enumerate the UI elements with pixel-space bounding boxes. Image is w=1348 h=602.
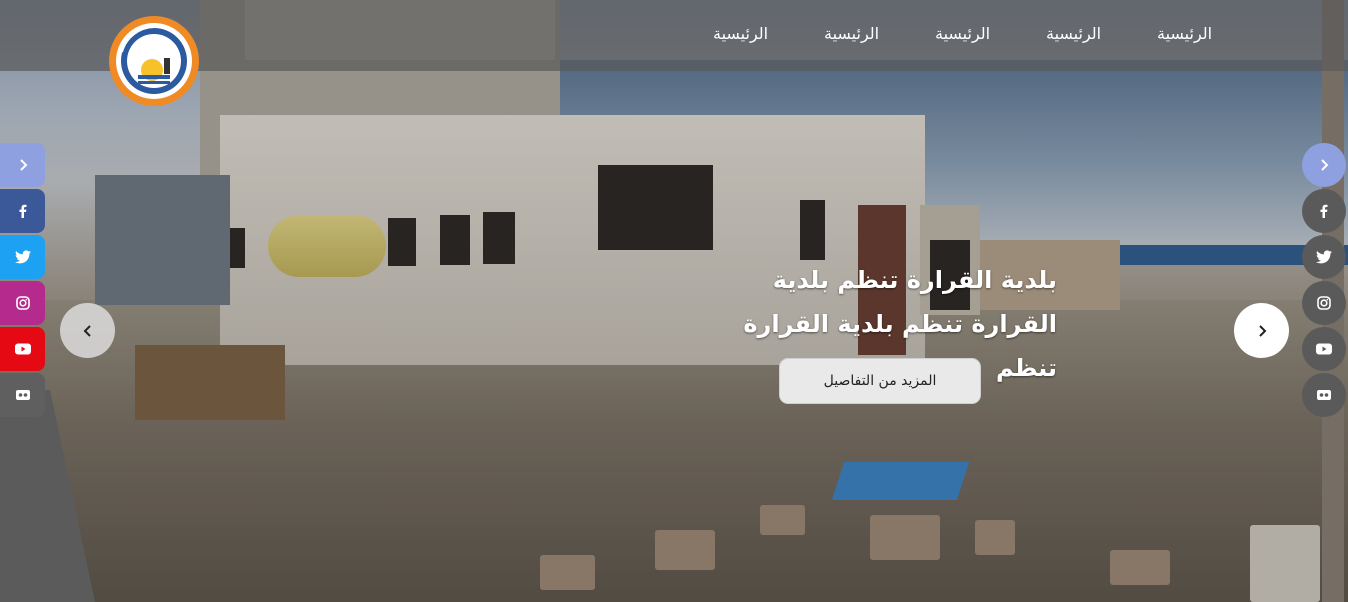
municipality-logo[interactable] [108,12,200,110]
chevron-right-icon [1258,324,1266,337]
youtube-link[interactable] [1302,327,1346,371]
facebook-link[interactable] [1302,189,1346,233]
youtube-icon [1316,343,1332,355]
chevron-right-icon [19,159,27,171]
flickr-link[interactable] [1302,373,1346,417]
nav-item-home[interactable]: الرئيسية [935,24,990,43]
hero-background-image [0,0,1348,602]
social-bar-right [1302,143,1348,419]
nav-item-home[interactable]: الرئيسية [1157,24,1212,43]
twitter-icon [1316,250,1332,264]
municipality-logo-seal-icon [109,16,199,106]
instagram-icon [1317,296,1331,310]
twitter-link[interactable] [0,235,45,279]
youtube-icon [14,343,31,355]
facebook-icon [1320,204,1328,218]
carousel-prev-button[interactable] [60,303,115,358]
top-navbar: الرئيسية الرئيسية الرئيسية الرئيسية الرئ… [0,0,1348,71]
youtube-link[interactable] [0,327,45,371]
facebook-link[interactable] [0,189,45,233]
chevron-left-icon [83,324,91,337]
social-toggle-button[interactable] [1302,143,1346,187]
flickr-icon [15,390,30,400]
carousel-next-button[interactable] [1234,303,1289,358]
instagram-link[interactable] [1302,281,1346,325]
twitter-link[interactable] [1302,235,1346,279]
social-bar-left [0,143,46,419]
instagram-icon [15,296,30,310]
instagram-link[interactable] [0,281,45,325]
hero-overlay [0,0,1348,602]
facebook-icon [19,204,26,218]
twitter-icon [14,250,31,264]
social-toggle-button[interactable] [0,143,45,187]
chevron-right-icon [1321,159,1329,171]
nav-item-home[interactable]: الرئيسية [1046,24,1101,43]
flickr-link[interactable] [0,373,45,417]
nav-item-home[interactable]: الرئيسية [824,24,879,43]
nav-item-home[interactable]: الرئيسية [713,24,768,43]
more-details-button[interactable]: المزيد من التفاصيل [779,358,981,404]
flickr-icon [1317,390,1331,400]
